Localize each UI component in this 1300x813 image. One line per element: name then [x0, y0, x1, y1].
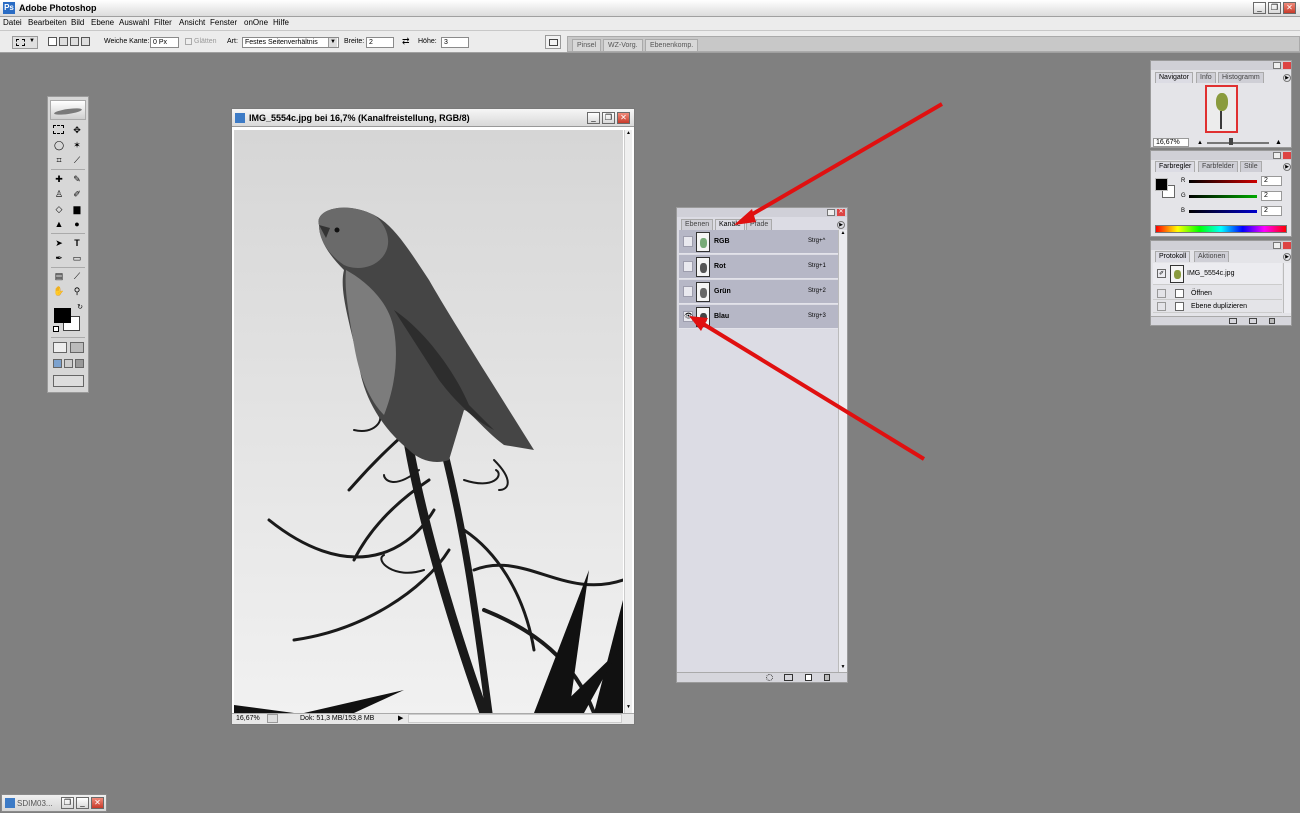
- annotation-overlay: [689, 102, 944, 461]
- arrow-to-kanaele-tab: [742, 102, 944, 221]
- maximize-document-button[interactable]: _: [76, 797, 89, 809]
- arrow-to-blau-eye: [698, 320, 926, 461]
- annotation-arrows: [689, 102, 944, 461]
- restore-document-button[interactable]: ❐: [61, 797, 74, 809]
- minimized-document[interactable]: SDIM03... ❐ _ ✕: [1, 794, 107, 812]
- document-icon: [5, 798, 15, 808]
- close-document-button[interactable]: ✕: [91, 797, 104, 809]
- minimized-document-title: SDIM03...: [17, 799, 53, 808]
- arrowhead-kanaele: [734, 209, 756, 225]
